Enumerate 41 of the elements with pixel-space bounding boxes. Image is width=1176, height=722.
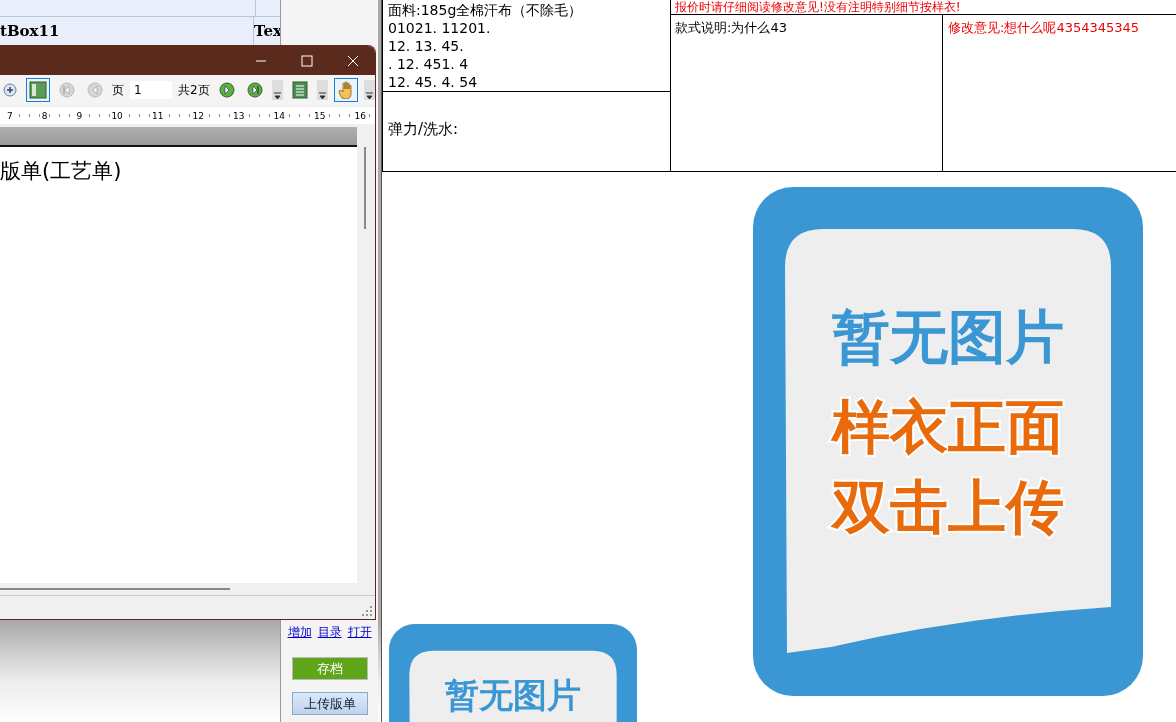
maximize-icon[interactable] [301, 54, 313, 67]
wash-label: 弹力/洗水: [388, 120, 459, 138]
ruler-number: 16 [353, 110, 367, 121]
page-label: 页 [112, 81, 124, 99]
table-cell-text: Tex [254, 21, 282, 42]
ruler-number: 10 [110, 110, 124, 121]
revision-note: 修改意见:想什么呢4354345345 [948, 20, 1140, 35]
resize-grip-icon[interactable] [362, 606, 372, 616]
fabric-line: 面料:185g全棉汗布（不除毛） [388, 1, 584, 19]
page-field[interactable]: 1 [130, 81, 172, 99]
fabric-line: . 12. 451. 4 [388, 55, 470, 73]
dropdown-icon[interactable] [316, 80, 328, 100]
document-title: 版单(工艺单) [0, 159, 122, 183]
placeholder-text: 双击上传 [832, 472, 1064, 543]
link[interactable]: 目录 [317, 624, 342, 641]
link[interactable]: 增加 [287, 624, 312, 641]
notice-text: 报价时请仔细阅读修改意见!没有注明特别细节按样衣! [675, 0, 961, 14]
placeholder-text: 暂无图片 [832, 302, 1064, 373]
placeholder-text: 样衣正面 [832, 392, 1064, 463]
ruler-number: 7 [6, 110, 14, 121]
ruler-number: 11 [150, 110, 165, 121]
link[interactable]: 打开 [347, 624, 372, 641]
upload-button[interactable]: 上传版单 [291, 692, 368, 715]
zoom-icon[interactable] [0, 80, 20, 100]
ruler-number: 12 [191, 110, 205, 121]
ruler-number: 15 [312, 110, 327, 121]
hand-icon[interactable] [333, 78, 358, 102]
ruler-number: 14 [272, 110, 286, 121]
panel-icon[interactable] [26, 78, 50, 102]
fabric-line: 01021. 11201. [388, 19, 492, 37]
dropdown-icon[interactable] [271, 80, 283, 100]
ruler-number: 9 [75, 110, 84, 121]
dropdown-icon[interactable] [363, 80, 375, 100]
fabric-line: 12. 45. 4. 54 [388, 73, 479, 91]
fabric-line: 12. 13. 45. [388, 37, 465, 55]
close-icon[interactable] [347, 54, 359, 67]
page-count: 共2页 [178, 81, 210, 99]
ruler-number: 13 [231, 110, 246, 121]
style-note: 款式说明:为什么43 [675, 20, 787, 35]
placeholder-text: 暂无图片 [445, 674, 581, 716]
ruler-number: 8 [40, 110, 49, 121]
